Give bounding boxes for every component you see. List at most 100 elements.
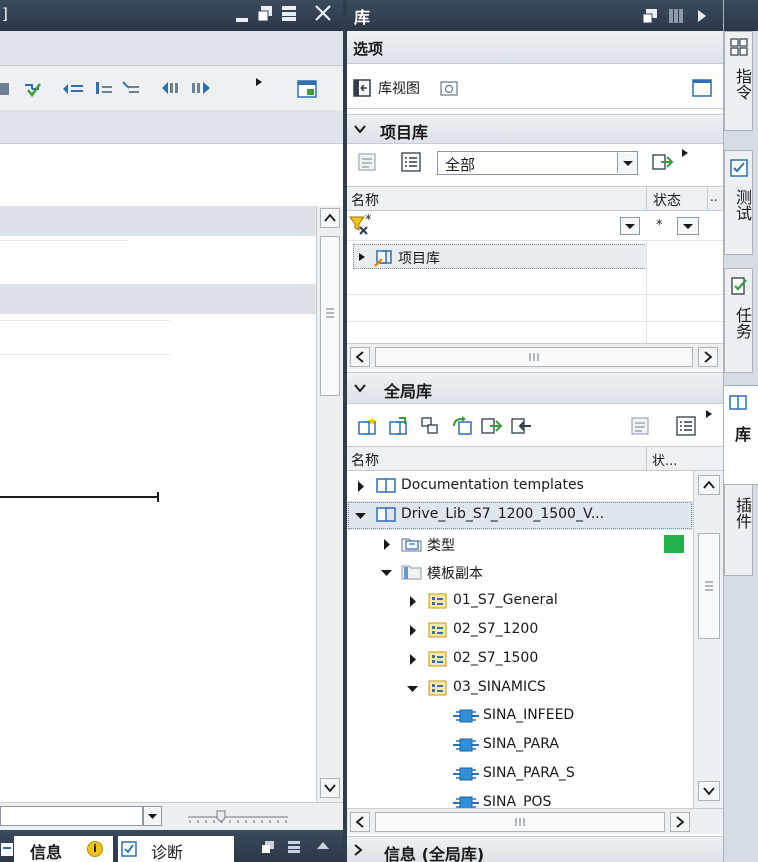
tree-row[interactable]: 03_SINAMICS [347,674,693,703]
editor-vscrollbar[interactable] [316,206,343,802]
global-column-name[interactable]: 名称 [351,450,379,470]
options-header[interactable]: 选项 [347,31,723,64]
window-layout-icon[interactable] [297,80,317,98]
info-section-header[interactable]: 信息 (全局库) [347,836,723,862]
update-library-icon[interactable] [451,416,473,436]
column-status[interactable]: 状态 [653,190,681,210]
global-library-vscrollbar[interactable] [693,471,723,811]
zoom-input[interactable] [0,806,143,826]
global-list-view-icon[interactable] [676,416,696,436]
filter-status-value[interactable]: * [656,218,663,233]
library-view-toggle-icon[interactable] [353,79,371,97]
side-tab-testing[interactable]: 测试 [724,150,753,255]
open-branch-icon[interactable] [94,80,114,96]
hscroll-right-icon[interactable] [698,347,718,367]
global-library-header[interactable]: 全局库 [347,372,723,404]
zoom-dropdown-icon[interactable] [143,806,162,826]
list-view-icon[interactable] [401,152,421,172]
tree-row[interactable]: SINA_INFEED [347,702,693,731]
library-view-camera-icon[interactable] [440,79,458,97]
tree-row[interactable]: Drive_Lib_S7_1200_1500_V... [347,500,693,530]
network-insert-icon[interactable] [23,81,43,97]
tree-row[interactable]: SINA_PARA_S [347,760,693,789]
return-icon[interactable] [190,80,212,96]
block-toolbar-icon[interactable] [0,82,10,96]
collapse-arrow-icon[interactable] [407,685,418,693]
open-global-library-icon[interactable] [387,416,409,436]
close-branch-icon[interactable] [121,80,141,96]
global-scroll-down-icon[interactable] [698,781,720,801]
library-collapse-icon[interactable] [697,9,707,23]
library-filter-select[interactable]: 全部 [437,151,638,175]
library-float-icon[interactable] [643,9,657,23]
float-icon[interactable] [258,6,272,21]
minimize-icon[interactable] [236,18,248,22]
close-icon[interactable] [314,4,332,22]
library-view-label[interactable]: 库视图 [378,78,420,98]
side-tab-addins[interactable]: 插件 [724,484,753,576]
collapse-arrow-icon[interactable] [355,512,366,520]
tree-row[interactable]: 模板副本 [347,558,693,587]
expand-arrow-icon[interactable] [409,596,417,608]
filter-status-dropdown-icon[interactable] [677,217,699,235]
expand-arrow-icon[interactable] [409,625,417,636]
hscroll-left-icon[interactable] [350,347,370,367]
library-view-panel-icon[interactable] [692,79,712,97]
scroll-down-icon[interactable] [320,778,340,798]
import-global-icon[interactable] [511,416,533,436]
global-column-status[interactable]: 状... [652,450,677,469]
save-library-icon[interactable] [420,416,440,436]
tree-row[interactable]: Documentation templates [347,472,693,501]
side-tab-instructions[interactable]: 指令 [724,31,753,131]
toolbar-overflow-icon[interactable] [256,78,262,86]
tree-label: 项目库 [398,251,440,267]
tree-row[interactable]: 01_S7_General [347,587,693,616]
tree-row[interactable]: 类型 [347,530,693,559]
tree-row[interactable]: 02_S7_1200 [347,616,693,645]
export-icon[interactable] [652,152,674,172]
global-hscroll-right-icon[interactable] [670,812,690,832]
filter-name-value[interactable]: * [365,213,372,228]
export-global-icon[interactable] [481,416,503,436]
project-library-hscrollbar[interactable] [347,343,723,369]
global-scroll-thumb[interactable] [698,533,720,639]
insert-contact-icon[interactable] [62,82,84,96]
tree-row[interactable]: SINA_PARA [347,731,693,760]
tree-row[interactable]: 02_S7_1500 [347,645,693,674]
tab-properties-icon[interactable] [0,841,14,857]
panel-expand-icon[interactable] [316,840,330,850]
scroll-thumb[interactable] [320,236,340,396]
side-tab-tasks[interactable]: 任务 [724,268,753,373]
panel-float-icon[interactable] [262,841,274,853]
filter-name-dropdown-icon[interactable] [620,217,640,235]
global-library-hscrollbar[interactable] [347,808,723,834]
expand-arrow-icon[interactable] [409,653,417,665]
panel-menu-icon[interactable] [288,841,300,853]
side-tab-libraries[interactable]: 库 [724,385,758,485]
column-name[interactable]: 名称 [351,190,379,210]
expand-arrow-icon[interactable] [357,481,365,492]
editor-header-row [0,110,343,144]
hscroll-thumb[interactable] [375,347,693,367]
new-global-library-icon[interactable] [356,416,378,436]
go-to-icon[interactable] [160,80,182,96]
global-hscroll-left-icon[interactable] [350,812,370,832]
scroll-up-icon[interactable] [320,208,340,228]
expand-arrow-icon[interactable] [383,538,391,550]
expand-arrow-icon[interactable] [358,252,366,262]
library-layout-icon[interactable] [669,9,683,23]
tree-row-project-library[interactable]: 项目库 [353,244,647,269]
project-toolbar-overflow-icon[interactable] [682,149,688,157]
tab-info[interactable]: 信息 i [14,836,116,862]
tab-diagnostics[interactable]: 诊断 [118,836,234,862]
global-scroll-up-icon[interactable] [698,475,720,495]
global-hscroll-thumb[interactable] [375,812,665,832]
collapse-arrow-icon[interactable] [381,569,392,577]
zoom-slider[interactable] [188,809,288,825]
global-toolbar-overflow-icon[interactable] [706,410,712,418]
open-library-icon[interactable] [357,152,377,172]
maximize-icon[interactable] [282,6,296,21]
filter-dropdown-icon[interactable] [617,153,637,173]
open-global-folder-icon[interactable] [630,416,650,436]
project-library-header[interactable]: 项目库 [347,114,723,144]
